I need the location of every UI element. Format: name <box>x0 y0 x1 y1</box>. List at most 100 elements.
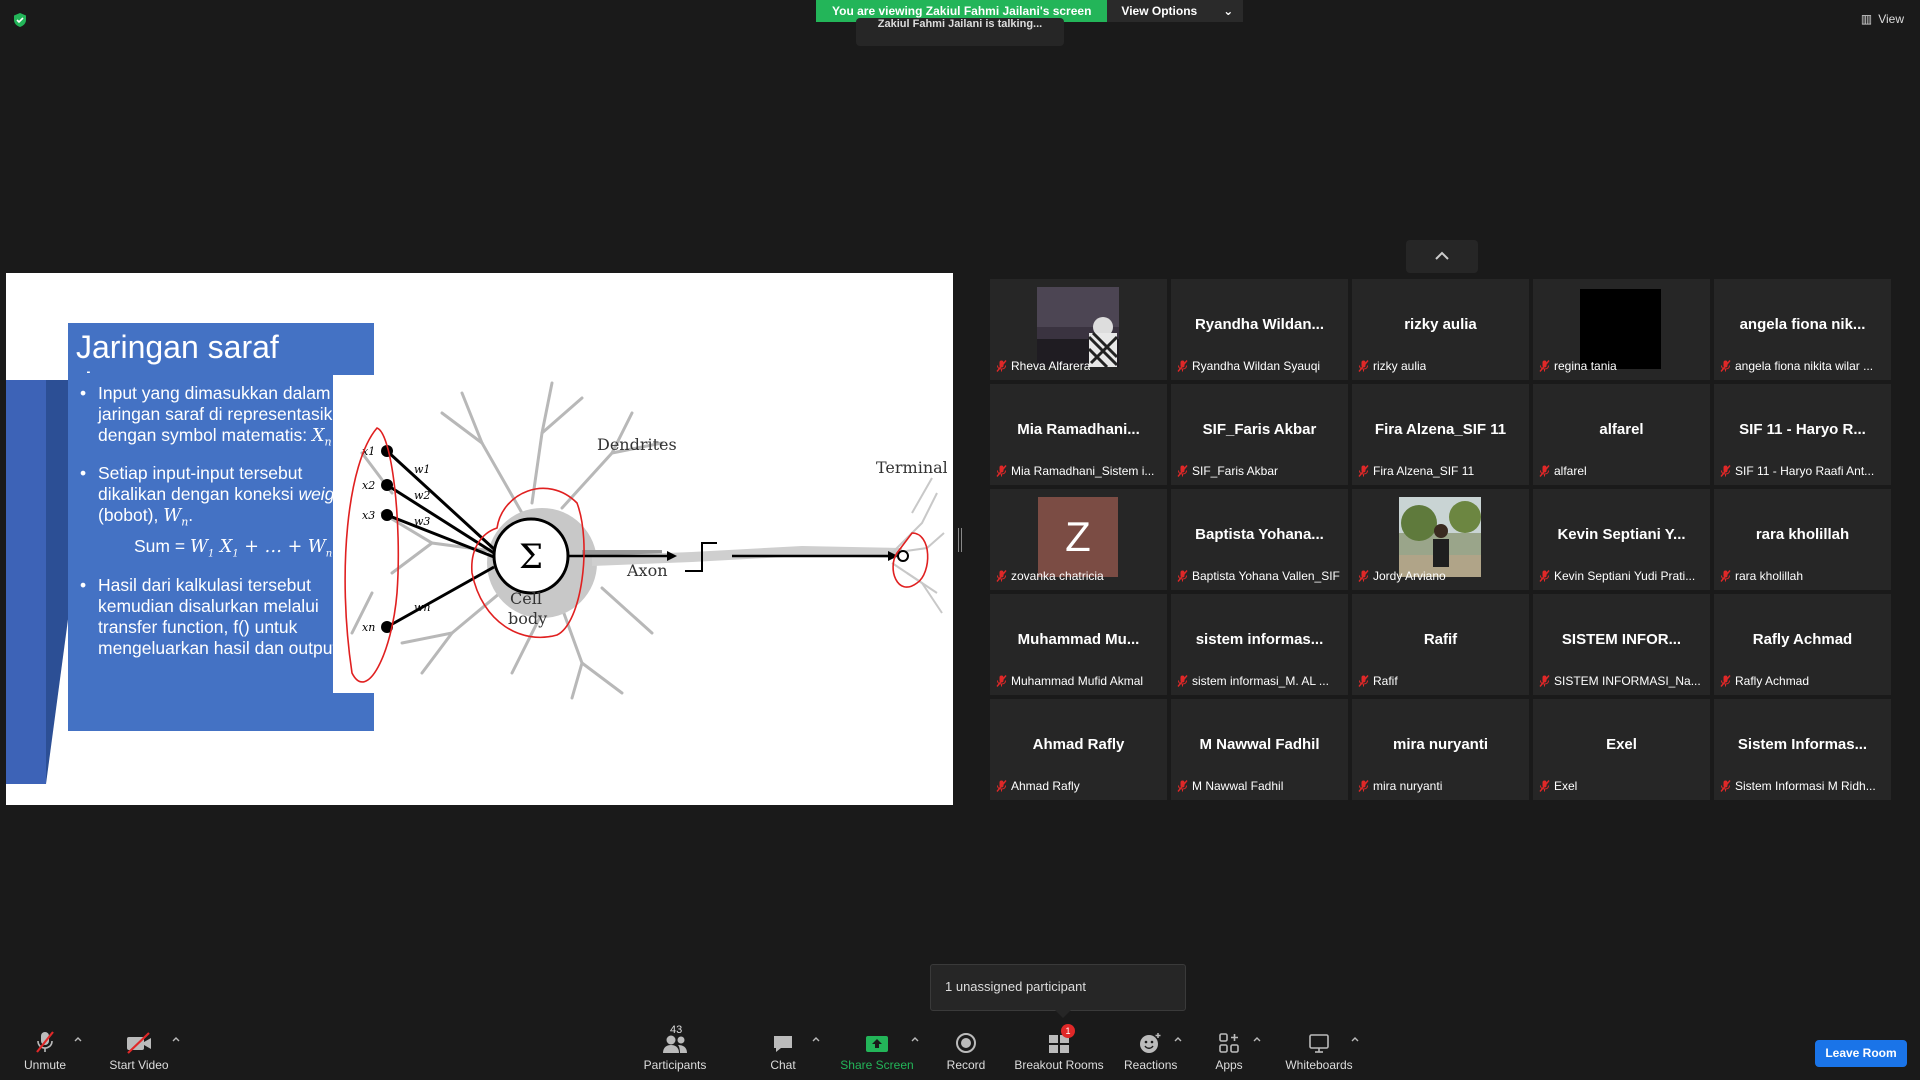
participant-tile[interactable]: Sistem Informas... Sistem Informasi M Rid… <box>1714 699 1891 800</box>
participant-tile[interactable]: SIF 11 - Haryo R... SIF 11 - Haryo Raafi … <box>1714 384 1891 485</box>
participant-display-name: SIF 11 - Haryo R... <box>1739 421 1866 438</box>
apps-caret-icon[interactable] <box>1252 1034 1262 1044</box>
label-dendrites: Dendrites <box>597 435 677 454</box>
slide-bullet-2: Setiap input-input tersebut dikalikan de… <box>78 463 364 565</box>
view-label: View <box>1878 12 1904 26</box>
bullet-1-symbol: Xn <box>312 426 332 449</box>
participant-display-name: Sistem Informas... <box>1737 736 1868 753</box>
apps-button[interactable]: Apps <box>1212 1028 1246 1072</box>
unmute-button[interactable]: Unmute <box>22 1028 68 1072</box>
participant-tile[interactable]: Rafif Rafif <box>1352 594 1529 695</box>
breakout-rooms-button[interactable]: 1 Breakout Rooms <box>1014 1024 1104 1072</box>
audio-options-caret-icon[interactable] <box>73 1034 83 1044</box>
participant-tile[interactable]: Ryandha Wildan... Ryandha Wildan Syauqi <box>1171 279 1348 380</box>
participant-tile[interactable]: Mia Ramadhani... Mia Ramadhani_Sistem i..… <box>990 384 1167 485</box>
participant-tile[interactable]: Exel Exel <box>1533 699 1710 800</box>
share-screen-icon <box>866 1036 888 1052</box>
participant-tile[interactable]: sistem informas... sistem informasi_M. AL… <box>1171 594 1348 695</box>
participant-tile[interactable]: regina tania <box>1533 279 1710 380</box>
participant-tile[interactable]: Ahmad Rafly Ahmad Rafly <box>990 699 1167 800</box>
view-layout-button[interactable]: ▥ View <box>1861 12 1904 26</box>
microphone-muted-icon <box>996 360 1007 372</box>
chat-options-caret-icon[interactable] <box>811 1034 821 1044</box>
participant-name-label: SIF 11 - Haryo Raafi Ant... <box>1720 464 1887 478</box>
participant-name-label: Ahmad Rafly <box>996 779 1163 793</box>
participant-name-label: Ryandha Wildan Syauqi <box>1177 359 1344 373</box>
participant-name: mira nuryanti <box>1373 779 1443 793</box>
participant-name: angela fiona nikita wilar ... <box>1735 359 1874 373</box>
collapse-gallery-button[interactable] <box>1406 240 1478 273</box>
record-button[interactable]: Record <box>944 1028 988 1072</box>
video-options-caret-icon[interactable] <box>171 1034 181 1044</box>
participant-display-name: Mia Ramadhani... <box>1017 421 1140 438</box>
participant-tile[interactable]: Muhammad Mu... Muhammad Mufid Akmal <box>990 594 1167 695</box>
share-options-caret-icon[interactable] <box>910 1034 920 1044</box>
participant-name: SIF 11 - Haryo Raafi Ant... <box>1735 464 1875 478</box>
whiteboards-label: Whiteboards <box>1285 1058 1353 1072</box>
participant-tile[interactable]: Fira Alzena_SIF 11 Fira Alzena_SIF 11 <box>1352 384 1529 485</box>
whiteboards-caret-icon[interactable] <box>1350 1034 1360 1044</box>
participant-display-name: mira nuryanti <box>1392 736 1489 753</box>
participant-name-label: Rheva Alfarera <box>996 359 1163 373</box>
unmute-label: Unmute <box>23 1058 67 1072</box>
label-x3: x3 <box>362 509 375 522</box>
participant-name-label: Jordy Arviano <box>1358 569 1525 583</box>
shared-screen[interactable]: Jaringan saraf tiruan Input yang dimasuk… <box>6 273 953 805</box>
participant-tile[interactable]: angela fiona nik... angela fiona nikita w… <box>1714 279 1891 380</box>
participants-button[interactable]: 43 Participants <box>642 1024 708 1072</box>
participant-name: alfarel <box>1554 464 1587 478</box>
microphone-muted-icon <box>1358 570 1369 582</box>
participant-tile[interactable]: rizky aulia rizky aulia <box>1352 279 1529 380</box>
participant-tile[interactable]: SIF_Faris Akbar SIF_Faris Akbar <box>1171 384 1348 485</box>
microphone-muted-icon <box>1539 360 1550 372</box>
microphone-muted-icon <box>996 780 1007 792</box>
participant-name-label: Rafif <box>1358 674 1525 688</box>
microphone-muted-icon <box>1177 570 1188 582</box>
participant-display-name: alfarel <box>1599 421 1644 438</box>
slide-title: Jaringan saraf tiruan <box>68 323 374 402</box>
reactions-button[interactable]: Reactions <box>1124 1028 1177 1072</box>
microphone-muted-icon <box>1358 465 1369 477</box>
whiteboards-button[interactable]: Whiteboards <box>1284 1028 1354 1072</box>
participant-tile[interactable]: mira nuryanti mira nuryanti <box>1352 699 1529 800</box>
participant-name: Baptista Yohana Vallen_SIF <box>1192 569 1340 583</box>
participant-tile[interactable]: alfarel alfarel <box>1533 384 1710 485</box>
participants-label: Participants <box>643 1058 707 1072</box>
chat-button[interactable]: Chat <box>765 1028 801 1072</box>
microphone-muted-icon <box>1358 675 1369 687</box>
participant-name-label: rara kholillah <box>1720 569 1887 583</box>
label-terminals: Terminals <box>876 458 947 477</box>
security-shield-icon[interactable] <box>12 12 28 28</box>
microphone-muted-icon <box>1177 675 1188 687</box>
reactions-caret-icon[interactable] <box>1173 1034 1183 1044</box>
participant-tile[interactable]: M Nawwal Fadhil M Nawwal Fadhil <box>1171 699 1348 800</box>
view-options-button[interactable]: View Options ⌄ <box>1107 0 1244 22</box>
unassigned-participant-tooltip[interactable]: 1 unassigned participant <box>930 964 1186 1018</box>
participant-tile[interactable]: Jordy Arviano <box>1352 489 1529 590</box>
participant-display-name: Ryandha Wildan... <box>1194 316 1325 333</box>
start-video-button[interactable]: Start Video <box>106 1028 172 1072</box>
participant-tile[interactable]: Rafly Achmad Rafly Achmad <box>1714 594 1891 695</box>
microphone-muted-icon <box>996 675 1007 687</box>
leave-room-button[interactable]: Leave Room <box>1815 1040 1907 1067</box>
participant-tile[interactable]: Baptista Yohana... Baptista Yohana Vallen… <box>1171 489 1348 590</box>
participant-name: rizky aulia <box>1373 359 1427 373</box>
participant-tile[interactable]: SISTEM INFOR... SISTEM INFORMASI_Na... <box>1533 594 1710 695</box>
participant-tile[interactable]: rara kholillah rara kholillah <box>1714 489 1891 590</box>
microphone-muted-icon <box>1720 570 1731 582</box>
participant-tile[interactable]: Kevin Septiani Y... Kevin Septiani Yudi P… <box>1533 489 1710 590</box>
participant-name: Muhammad Mufid Akmal <box>1011 674 1144 688</box>
participant-tile[interactable]: Zzovanka chatricia <box>990 489 1167 590</box>
participant-name-label: Muhammad Mufid Akmal <box>996 674 1163 688</box>
label-w3: w3 <box>414 515 430 528</box>
microphone-muted-icon <box>36 1031 54 1053</box>
share-screen-button[interactable]: Share Screen <box>840 1028 914 1072</box>
participants-count: 43 <box>670 1024 683 1036</box>
slide-bullet-3: Hasil dari kalkulasi tersebut kemudian d… <box>78 575 364 659</box>
participant-tile[interactable]: Rheva Alfarera <box>990 279 1167 380</box>
participant-name-label: zovanka chatricia <box>996 569 1163 583</box>
bullet-2-bobot: (bobot), <box>98 504 159 525</box>
formula-lead: Sum = <box>134 536 190 556</box>
split-resize-handle[interactable] <box>958 528 962 552</box>
microphone-muted-icon <box>1720 360 1731 372</box>
